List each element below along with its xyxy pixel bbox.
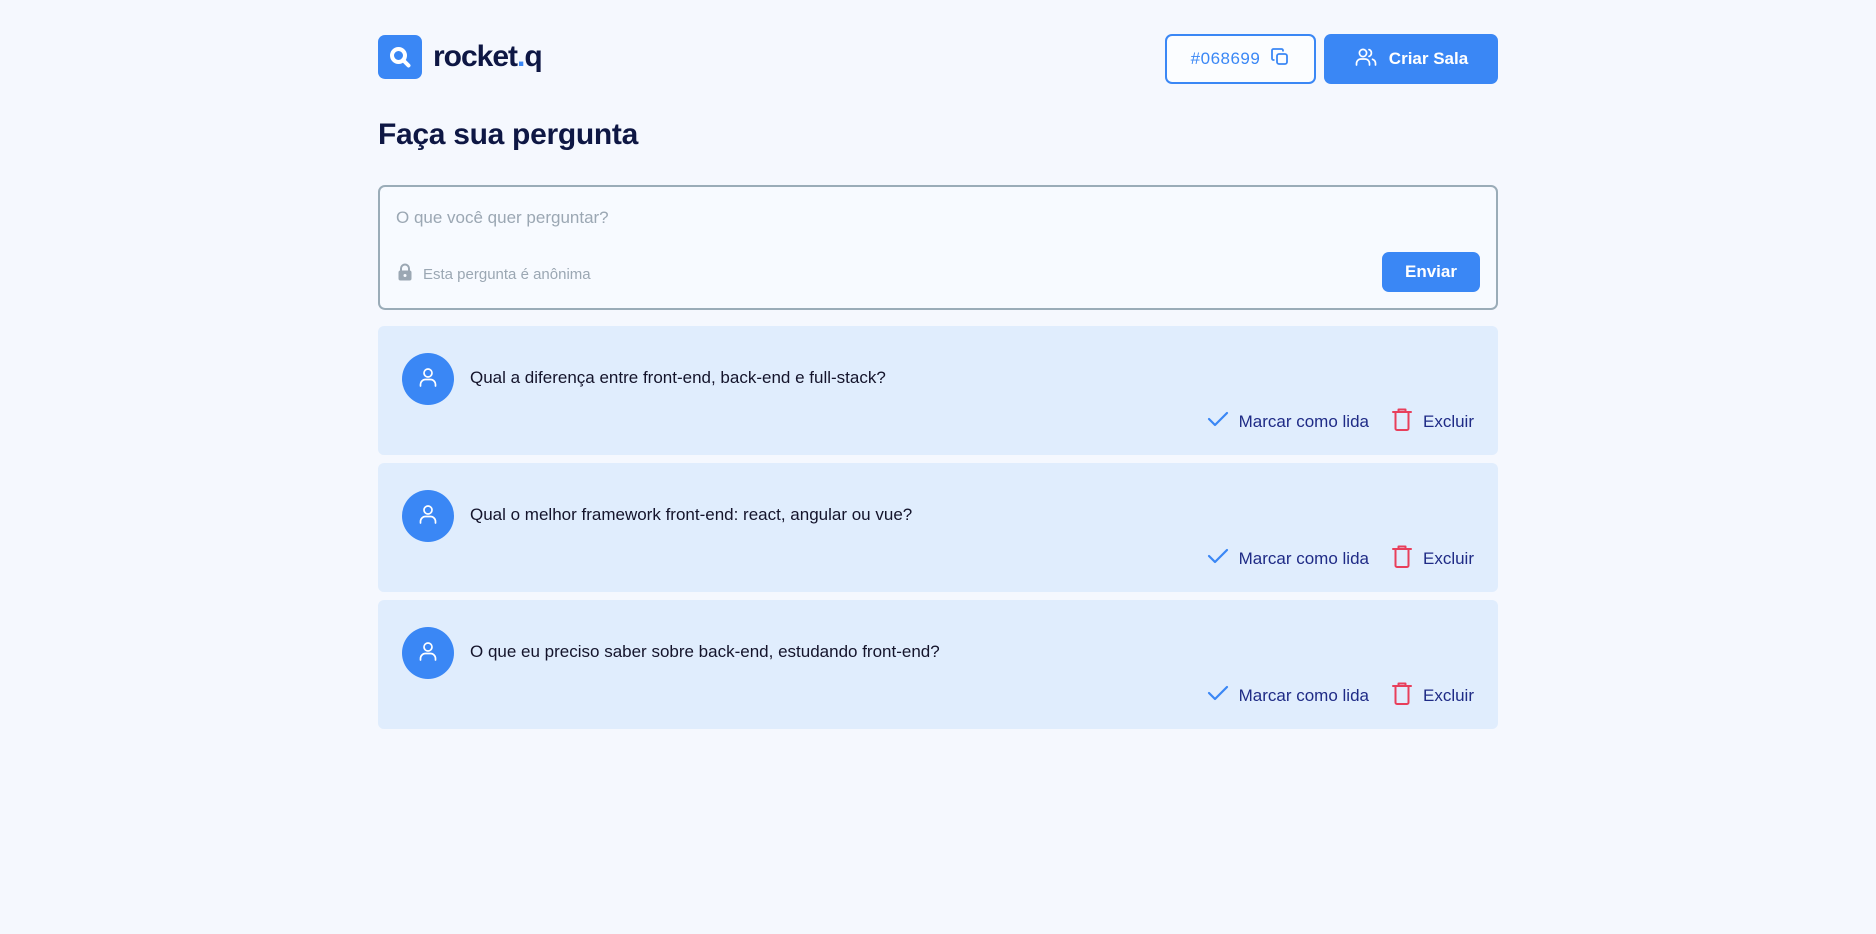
page-title: Faça sua pergunta — [378, 118, 638, 151]
logo[interactable]: rocket.q — [378, 34, 543, 80]
avatar — [402, 627, 454, 679]
lock-icon — [397, 263, 413, 285]
create-room-label: Criar Sala — [1388, 49, 1469, 68]
mark-read-label: Marcar como lida — [1238, 411, 1369, 431]
anonymous-notice: Esta pergunta é anônima — [397, 263, 591, 285]
trash-icon — [1391, 544, 1413, 573]
question-text: O que eu preciso saber sobre back-end, e… — [470, 642, 940, 661]
question-actions: Marcar como lida Excluir — [1207, 407, 1474, 436]
anonymous-text: Esta pergunta é anônima — [423, 265, 591, 283]
question-actions: Marcar como lida Excluir — [1207, 544, 1474, 573]
avatar — [402, 353, 454, 405]
question-input[interactable] — [396, 203, 1296, 233]
mark-read-button[interactable]: Marcar como lida — [1207, 685, 1369, 706]
check-icon — [1207, 411, 1229, 432]
mark-read-label: Marcar como lida — [1238, 548, 1369, 568]
copy-icon — [1270, 47, 1290, 72]
logo-mark-icon — [378, 35, 422, 79]
question-text: Qual o melhor framework front-end: react… — [470, 505, 913, 524]
delete-label: Excluir — [1422, 548, 1474, 568]
question-actions: Marcar como lida Excluir — [1207, 681, 1474, 710]
delete-button[interactable]: Excluir — [1391, 681, 1474, 710]
users-icon — [1354, 47, 1378, 72]
room-code-button[interactable]: #068699 — [1165, 34, 1316, 84]
delete-label: Excluir — [1422, 411, 1474, 431]
delete-button[interactable]: Excluir — [1391, 544, 1474, 573]
user-icon — [417, 640, 439, 667]
check-icon — [1207, 548, 1229, 569]
user-icon — [417, 366, 439, 393]
mark-read-button[interactable]: Marcar como lida — [1207, 548, 1369, 569]
create-room-button[interactable]: Criar Sala — [1324, 34, 1498, 84]
check-icon — [1207, 685, 1229, 706]
question-card: O que eu preciso saber sobre back-end, e… — [378, 600, 1498, 729]
trash-icon — [1391, 407, 1413, 436]
question-text: Qual a diferença entre front-end, back-e… — [470, 368, 886, 387]
avatar — [402, 490, 454, 542]
logo-text: rocket.q — [433, 40, 543, 73]
page-container: rocket.q #068699 Criar Sala Faça sua per… — [378, 0, 1498, 934]
user-icon — [417, 503, 439, 530]
mark-read-button[interactable]: Marcar como lida — [1207, 411, 1369, 432]
delete-button[interactable]: Excluir — [1391, 407, 1474, 436]
question-card: Qual o melhor framework front-end: react… — [378, 463, 1498, 592]
question-form: Esta pergunta é anônima Enviar — [378, 185, 1498, 310]
trash-icon — [1391, 681, 1413, 710]
room-code-label: #068699 — [1190, 49, 1261, 68]
mark-read-label: Marcar como lida — [1238, 685, 1369, 705]
question-card: Qual a diferença entre front-end, back-e… — [378, 326, 1498, 455]
send-button[interactable]: Enviar — [1382, 252, 1480, 292]
delete-label: Excluir — [1422, 685, 1474, 705]
